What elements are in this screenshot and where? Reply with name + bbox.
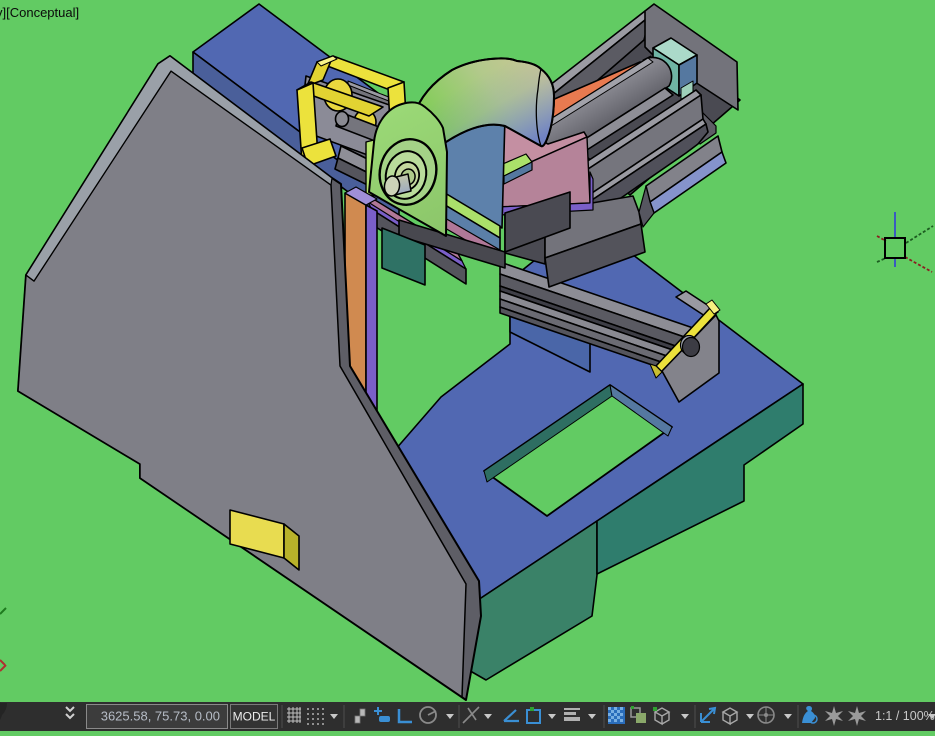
svg-text:1:1 / 100%: 1:1 / 100%: [875, 709, 935, 723]
svg-text:MODEL: MODEL: [233, 710, 276, 724]
svg-text:3625.58, 75.73, 0.00: 3625.58, 75.73, 0.00: [101, 709, 220, 724]
